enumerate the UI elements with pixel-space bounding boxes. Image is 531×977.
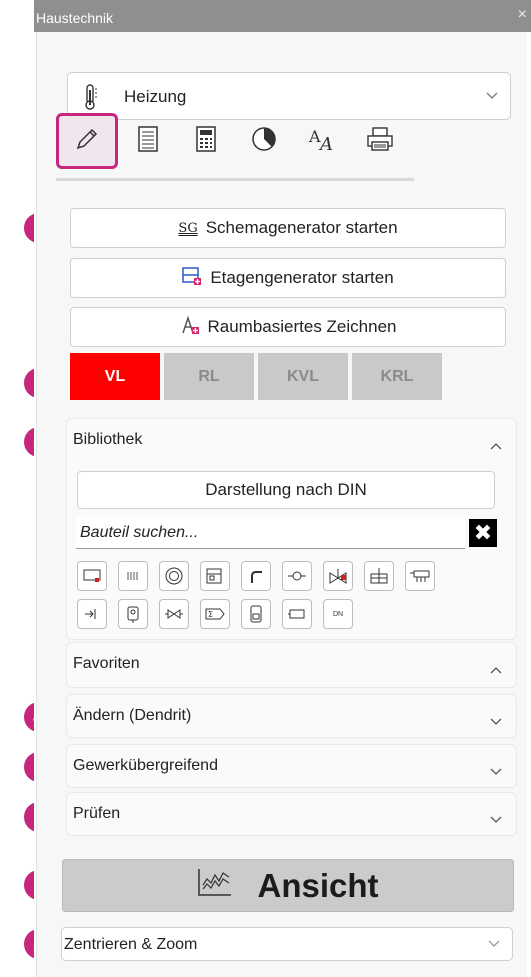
- text-style-icon: AA: [307, 125, 337, 158]
- dn-label: DN: [332, 610, 344, 618]
- favoriten-title: Favoriten: [73, 655, 140, 672]
- raumbasiert-button[interactable]: Raumbasiertes Zeichnen: [70, 307, 506, 347]
- symbol-heater-icon[interactable]: [77, 561, 107, 591]
- bibliothek-title: Bibliothek: [73, 431, 143, 448]
- schemagenerator-label: Schemagenerator starten: [205, 218, 398, 237]
- clear-search-button[interactable]: ✖: [469, 519, 497, 547]
- symbol-distributor-icon[interactable]: [364, 561, 394, 591]
- symbol-manifold-icon[interactable]: [405, 561, 435, 591]
- pruefen-title: Prüfen: [73, 805, 121, 822]
- gewerk-section: Gewerkübergreifend: [66, 744, 517, 788]
- symbol-dn-icon[interactable]: DN: [323, 599, 353, 629]
- tab-drawing[interactable]: [56, 113, 118, 169]
- pencil-icon: [74, 126, 100, 157]
- chevron-down-icon: [490, 763, 502, 781]
- room-drawing-icon: [180, 315, 200, 340]
- list-icon: [137, 125, 159, 158]
- zoom-dropdown[interactable]: Zentrieren & Zoom: [61, 927, 513, 961]
- chevron-down-icon: [486, 92, 498, 100]
- aendern-header[interactable]: Ändern (Dendrit): [67, 695, 516, 739]
- symbol-device-icon[interactable]: [241, 599, 271, 629]
- floor-generator-icon: [182, 266, 202, 290]
- svg-text:A: A: [318, 134, 333, 153]
- symbol-inlet-icon[interactable]: [77, 599, 107, 629]
- gewerk-header[interactable]: Gewerkübergreifend: [67, 745, 516, 789]
- medium-krl-button[interactable]: KRL: [352, 353, 442, 400]
- symbol-sum-icon[interactable]: Σ: [200, 599, 230, 629]
- chevron-down-icon: [488, 940, 500, 948]
- window-title: Haustechnik: [36, 10, 114, 26]
- thermometer-icon: [84, 84, 98, 115]
- chart-lines-icon: [197, 867, 233, 905]
- symbol-valve-icon[interactable]: [282, 561, 312, 591]
- bibliothek-section: Bibliothek Darstellung nach DIN Bauteil …: [66, 418, 517, 640]
- aendern-section: Ändern (Dendrit): [66, 694, 517, 738]
- chevron-down-icon: [490, 713, 502, 731]
- symbol-tank-icon[interactable]: [118, 599, 148, 629]
- pruefen-header[interactable]: Prüfen: [67, 793, 516, 837]
- zoom-value: Zentrieren & Zoom: [64, 936, 198, 953]
- symbol-boiler-icon[interactable]: [200, 561, 230, 591]
- tab-text-style[interactable]: AA: [294, 112, 350, 170]
- symbol-pipe-bend-icon[interactable]: [241, 561, 271, 591]
- bauteil-search-input[interactable]: Bauteil suchen...: [76, 517, 465, 549]
- raumbasiert-label: Raumbasiertes Zeichnen: [207, 317, 397, 336]
- etagengenerator-label: Etagengenerator starten: [210, 268, 394, 287]
- din-button[interactable]: Darstellung nach DIN: [77, 471, 495, 509]
- chevron-up-icon: [490, 661, 502, 679]
- pie-chart-icon: [250, 125, 278, 158]
- ansicht-button[interactable]: Ansicht: [62, 859, 514, 912]
- chevron-down-icon: [490, 811, 502, 829]
- tab-underline: [56, 178, 414, 181]
- symbol-circles-icon[interactable]: [159, 561, 189, 591]
- svg-text:Σ: Σ: [208, 610, 213, 619]
- tab-list[interactable]: [120, 112, 176, 170]
- ansicht-label: Ansicht: [257, 866, 379, 904]
- bibliothek-header[interactable]: Bibliothek: [67, 419, 516, 463]
- haustechnik-window: Haustechnik × Heizung AA SG Schemagenera…: [34, 0, 531, 977]
- aendern-title: Ändern (Dendrit): [73, 707, 192, 724]
- symbol-gate-valve-icon[interactable]: [159, 599, 189, 629]
- discipline-value: Heizung: [124, 87, 187, 106]
- tab-calculation[interactable]: [178, 112, 234, 170]
- pruefen-section: Prüfen: [66, 792, 517, 836]
- tab-print[interactable]: [352, 112, 408, 170]
- etagengenerator-button[interactable]: Etagengenerator starten: [70, 258, 506, 298]
- symbol-rectangle-icon[interactable]: [282, 599, 312, 629]
- medium-vl-button[interactable]: VL: [70, 353, 160, 400]
- schemagenerator-button[interactable]: SG Schemagenerator starten: [70, 208, 506, 248]
- chevron-up-icon: [490, 437, 502, 455]
- medium-kvl-button[interactable]: KVL: [258, 353, 348, 400]
- calculator-icon: [195, 125, 217, 158]
- medium-rl-button[interactable]: RL: [164, 353, 254, 400]
- printer-icon: [365, 126, 395, 157]
- favoriten-header[interactable]: Favoriten: [67, 643, 516, 687]
- window-titlebar: Haustechnik ×: [34, 0, 531, 32]
- schemagenerator-icon: SG: [178, 220, 198, 236]
- symbol-radiator-icon[interactable]: [118, 561, 148, 591]
- symbol-control-valve-icon[interactable]: [323, 561, 353, 591]
- close-button[interactable]: ×: [518, 6, 527, 24]
- tab-statistics[interactable]: [236, 112, 292, 170]
- gewerk-title: Gewerkübergreifend: [73, 757, 218, 774]
- favoriten-section: Favoriten: [66, 642, 517, 688]
